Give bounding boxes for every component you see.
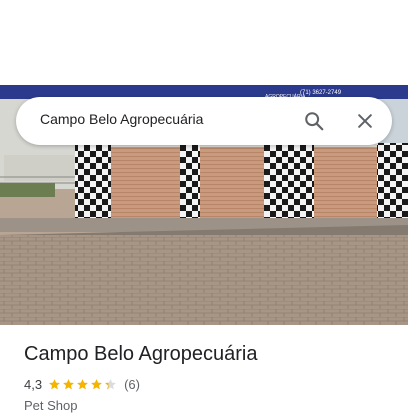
top-blank-area xyxy=(0,0,408,85)
star-icon xyxy=(77,379,88,390)
star-icon xyxy=(105,379,116,390)
close-button[interactable] xyxy=(351,107,379,135)
shutter-door xyxy=(314,147,377,218)
place-title: Campo Belo Agropecuária xyxy=(24,343,258,365)
rating-stars xyxy=(48,378,118,391)
rating-value: 4,3 xyxy=(24,377,43,392)
review-count[interactable]: (6) xyxy=(124,377,140,392)
star-icon xyxy=(63,379,74,390)
shutter-door xyxy=(111,147,180,218)
sign-phone-text: (71) 3627-2749 xyxy=(300,90,342,96)
star-icon xyxy=(91,379,102,390)
search-button[interactable] xyxy=(300,107,328,135)
search-icon xyxy=(305,112,324,131)
search-bar[interactable]: Campo Belo Agropecuária xyxy=(16,97,392,145)
close-icon xyxy=(358,114,372,128)
shutter-door xyxy=(200,147,264,218)
star-icon xyxy=(49,379,60,390)
search-input[interactable]: Campo Belo Agropecuária xyxy=(40,111,203,127)
place-category[interactable]: Pet Shop xyxy=(24,398,78,413)
place-info-panel: Campo Belo Agropecuária 4,3 (6) Pet Shop xyxy=(0,325,408,413)
rating-row[interactable]: 4,3 (6) xyxy=(24,377,140,392)
